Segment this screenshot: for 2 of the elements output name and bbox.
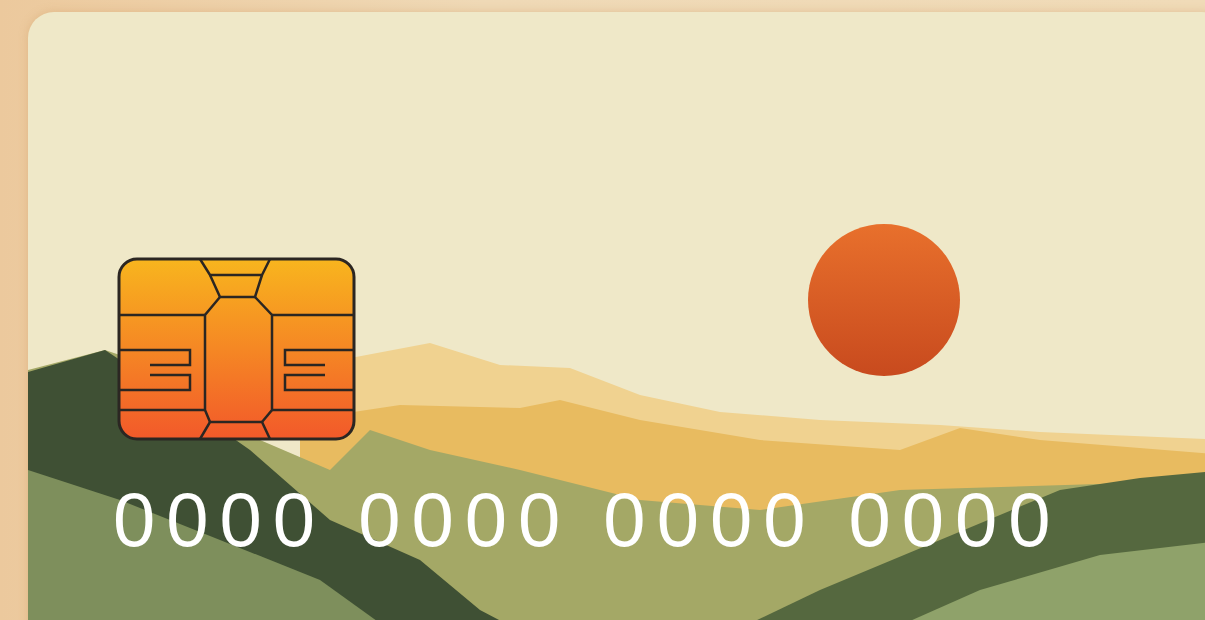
chip-icon bbox=[117, 257, 356, 441]
card-number: 0000 0000 0000 0000 bbox=[113, 482, 1062, 558]
